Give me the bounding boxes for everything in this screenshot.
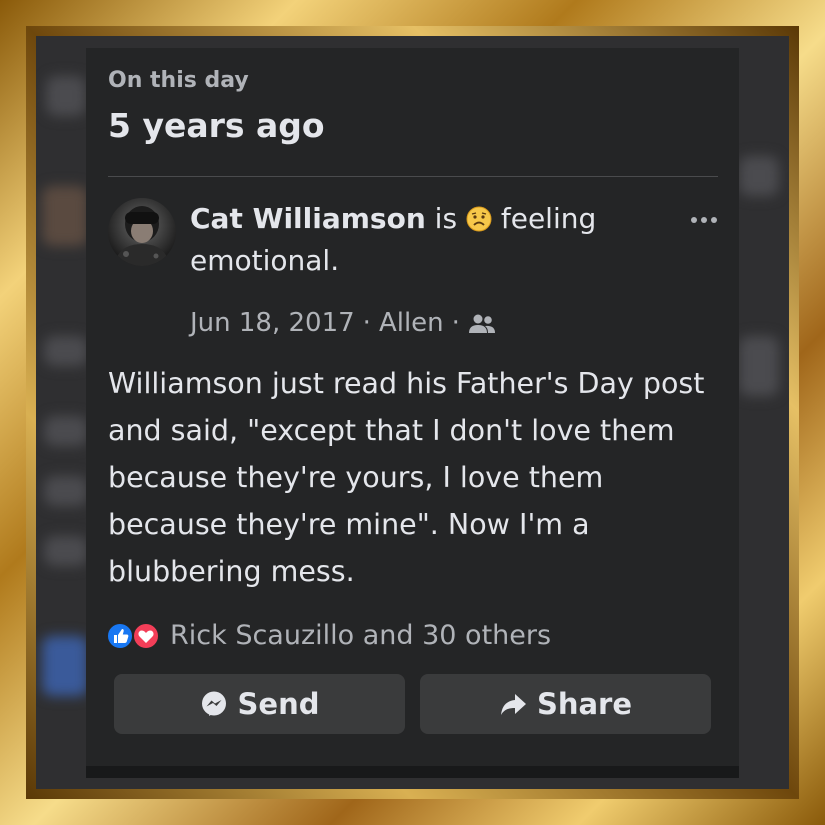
reactions-text: Rick Scauzillo and 30 others [170,620,552,651]
feeling-text: feeling [500,202,597,235]
send-label: Send [237,687,320,721]
share-label: Share [536,687,633,721]
messenger-icon [201,691,226,716]
post-meta: Jun 18, 2017 · Allen · [190,306,496,340]
is-text: is [434,202,458,235]
separator: · [451,308,460,338]
more-options-icon[interactable] [688,212,720,226]
card-bottom-edge [86,766,739,778]
avatar[interactable] [108,198,176,266]
love-icon [132,621,160,650]
share-button[interactable]: Share [420,674,711,734]
reaction-icons [106,621,164,651]
on-this-day-label: On this day [108,68,249,93]
reactions-summary[interactable]: Rick Scauzillo and 30 others [106,620,551,651]
memory-card: On this day 5 years ago Cat Williamson i… [86,48,739,778]
friends-icon [468,311,496,335]
share-arrow-icon [500,694,526,715]
feeling-value[interactable]: emotional. [190,244,339,277]
sad-face-icon [466,202,492,232]
like-icon [106,621,134,650]
send-button[interactable]: Send [114,674,405,734]
post-text: Williamson just read his Father's Day po… [108,367,705,588]
screenshot-area: On this day 5 years ago Cat Williamson i… [36,36,789,789]
separator: · [362,308,371,338]
memory-title: 5 years ago [108,106,325,145]
post-date[interactable]: Jun 18, 2017 [190,306,355,340]
author-name[interactable]: Cat Williamson [190,202,426,235]
divider [108,176,718,177]
post-header: Cat Williamson is feeling emotional. [190,198,660,282]
post-location[interactable]: Allen [379,306,444,340]
